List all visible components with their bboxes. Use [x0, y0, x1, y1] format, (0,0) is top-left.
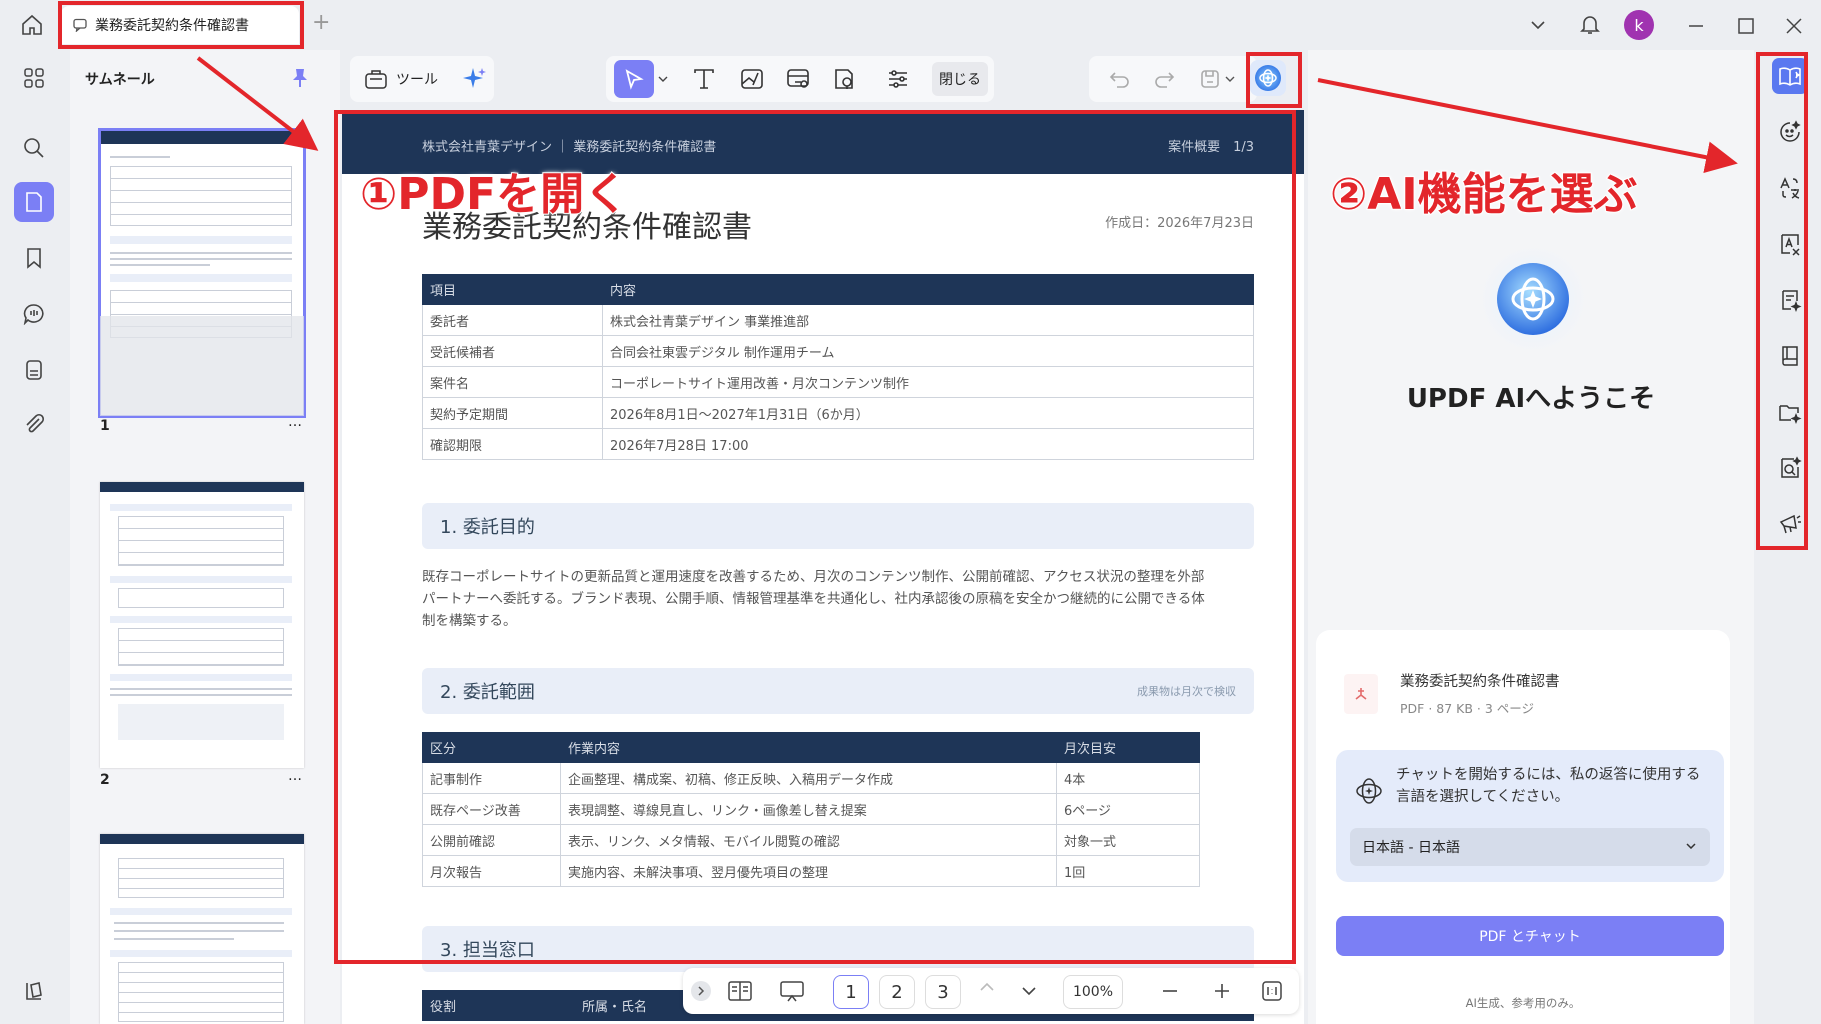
undo-icon[interactable]: [1109, 69, 1131, 89]
save-icon[interactable]: [1199, 68, 1221, 90]
thumbnail-panel-title: サムネール: [85, 72, 155, 88]
form-icon[interactable]: [14, 350, 54, 390]
thumbnail-header: [100, 834, 304, 844]
maximize-icon[interactable]: [1734, 14, 1758, 38]
table-header: 役割: [422, 990, 575, 1021]
stamp-tool-icon[interactable]: [832, 67, 856, 91]
chevron-down-icon[interactable]: [1526, 14, 1550, 36]
new-tab-button[interactable]: +: [312, 10, 330, 35]
pin-icon[interactable]: [288, 66, 312, 90]
avatar[interactable]: k: [1624, 10, 1654, 40]
chevron-down-icon[interactable]: [1225, 76, 1235, 82]
annotation-box-tab: [58, 1, 304, 49]
ai-welcome-title: UPDF AIへようこそ: [1406, 384, 1656, 414]
edit-tools-group: 閉じる: [606, 56, 994, 102]
chevron-up-icon[interactable]: [979, 982, 995, 992]
zoom-out-icon[interactable]: [1161, 982, 1179, 1000]
language-prompt: チャットを開始するには、私の返答に使用する 言語を選択してください。: [1396, 764, 1700, 808]
thumbnail-page-number: 1: [100, 418, 110, 434]
image-tool-icon[interactable]: [740, 67, 764, 91]
redo-icon[interactable]: [1153, 69, 1175, 89]
pdf-file-icon: [1344, 674, 1378, 714]
chat-with-pdf-button[interactable]: PDF とチャット: [1336, 916, 1724, 956]
thumbnail-header: [100, 482, 304, 492]
avatar-initial: k: [1634, 15, 1644, 35]
annotation-box-right-rail: [1756, 52, 1808, 550]
page-button[interactable]: 2: [879, 975, 915, 1009]
thumbnail-more-button[interactable]: …: [288, 414, 302, 430]
chevron-right-icon[interactable]: [691, 981, 711, 1001]
file-meta: PDF · 87 KB · 3 ページ: [1400, 701, 1535, 716]
page-layout-icon[interactable]: [727, 979, 753, 1003]
chevron-down-icon: [1686, 843, 1696, 849]
file-name: 業務委託契約条件確認書: [1400, 674, 1560, 690]
bell-icon[interactable]: [1576, 10, 1604, 38]
prompt-line: チャットを開始するには、私の返答に使用する: [1396, 767, 1701, 783]
chevron-down-icon[interactable]: [658, 76, 668, 82]
page-thumbnail[interactable]: [98, 128, 306, 418]
thumbnail-table: [110, 166, 292, 226]
zoom-level[interactable]: 100%: [1063, 975, 1123, 1009]
attachment-icon[interactable]: [14, 404, 54, 444]
settings-sliders-icon[interactable]: [886, 67, 910, 91]
callout-select-ai: ②AI機能を選ぶ: [1329, 168, 1639, 221]
home-icon[interactable]: [18, 12, 46, 38]
bookmark-icon[interactable]: [14, 238, 54, 278]
comments-icon[interactable]: [14, 294, 54, 334]
page-button[interactable]: 1: [833, 975, 869, 1009]
tools-label: ツール: [396, 72, 438, 88]
callout-open-pdf: ①PDFを開く: [359, 168, 629, 221]
language-prompt-box: チャットを開始するには、私の返答に使用する 言語を選択してください。 日本語 -…: [1336, 750, 1724, 882]
thumbnail-page-number: 2: [100, 772, 110, 788]
history-group: [1089, 56, 1257, 102]
left-rail: [0, 50, 68, 1024]
thumbnails-icon[interactable]: [14, 182, 54, 222]
prompt-line: 言語を選択してください。: [1396, 789, 1570, 805]
grid-icon[interactable]: [14, 58, 54, 98]
close-window-icon[interactable]: [1782, 14, 1806, 38]
close-edit-button[interactable]: 閉じる: [932, 62, 988, 96]
layers-icon[interactable]: [14, 970, 54, 1010]
tools-group: ツール: [350, 56, 494, 102]
chevron-down-icon[interactable]: [1021, 986, 1037, 996]
thumbnail-header: [100, 130, 304, 144]
annotation-box-ai-button: [1246, 52, 1302, 108]
ai-chat-icon: [1354, 776, 1384, 806]
presentation-icon[interactable]: [779, 979, 805, 1003]
ai-chat-card: 業務委託契約条件確認書 PDF · 87 KB · 3 ページ チャットを開始す…: [1316, 630, 1730, 1024]
language-select[interactable]: 日本語 - 日本語: [1350, 828, 1710, 866]
link-tool-icon[interactable]: [786, 67, 810, 91]
thumbnail-more-button[interactable]: …: [288, 768, 302, 784]
page-button[interactable]: 3: [925, 975, 961, 1009]
tools-button[interactable]: ツール: [364, 68, 438, 90]
search-icon[interactable]: [14, 128, 54, 168]
page-thumbnail[interactable]: [100, 834, 304, 1024]
actual-size-icon[interactable]: [1261, 980, 1283, 1002]
text-tool-icon[interactable]: [692, 67, 716, 91]
zoom-in-icon[interactable]: [1213, 982, 1231, 1000]
language-value: 日本語 - 日本語: [1362, 840, 1460, 856]
annotation-box-document: [334, 110, 1296, 964]
toolbar: ツール 閉じる: [344, 50, 1304, 110]
ai-disclaimer: AI生成、参考用のみ。: [1465, 996, 1581, 1010]
minimize-icon[interactable]: [1684, 14, 1708, 38]
page-thumbnail[interactable]: [100, 482, 304, 768]
select-tool-button[interactable]: [614, 60, 654, 98]
ai-sparkle-icon[interactable]: [462, 66, 488, 92]
thumbnail-panel: サムネール 1 … 2 …: [70, 50, 340, 1024]
page-navigation-bar: 1 2 3 100%: [683, 968, 1299, 1014]
updf-ai-logo: [1480, 246, 1586, 352]
